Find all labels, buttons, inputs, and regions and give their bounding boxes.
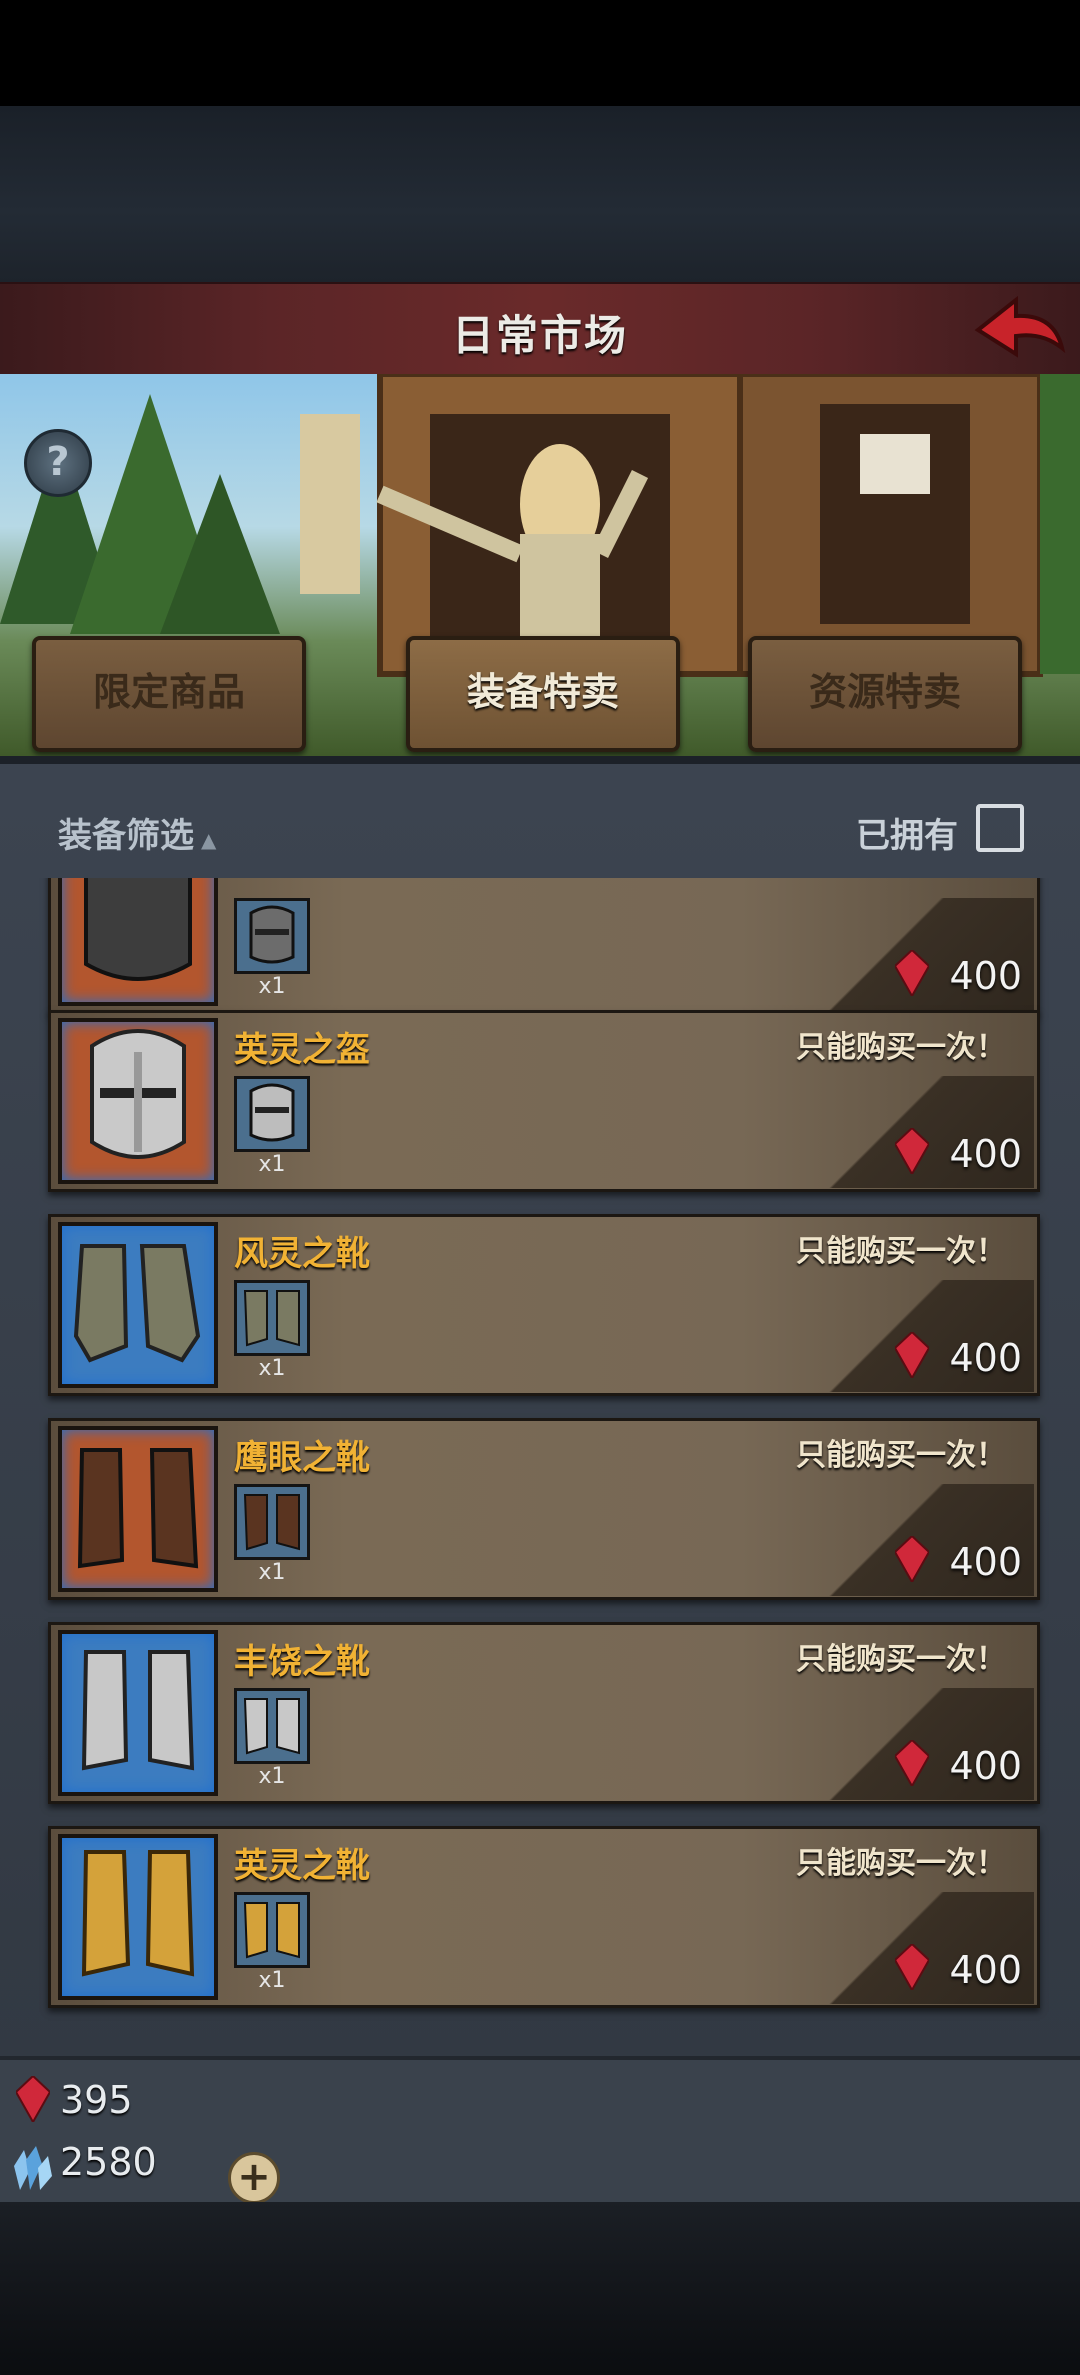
help-button[interactable]: ? [24,429,92,497]
item-name: 鹰眼之靴 [234,1438,370,1478]
item-name: 英灵之靴 [234,1846,370,1886]
list-item[interactable]: 风灵之靴 只能购买一次！ x1 400 [48,1214,1040,1396]
boots-icon [58,1834,218,2000]
ruby-icon [16,2076,50,2122]
tab-limited-items[interactable]: 限定商品 [32,636,306,752]
add-currency-button[interactable]: + [228,2152,280,2204]
helmet-icon [234,898,310,974]
helmet-icon [58,1018,218,1184]
buy-once-label: 只能购买一次！ [796,1846,1006,1881]
helmet-icon [234,1076,310,1152]
status-bar-area [0,0,1080,106]
list-item[interactable]: 英灵之盔 只能购买一次！ x1 400 [48,1010,1040,1192]
item-price[interactable]: 400 [895,1536,1022,1584]
ruby-icon [895,1536,930,1582]
item-quantity: x1 [258,1356,286,1381]
ruby-icon [895,1128,930,1174]
ruby-balance: 395 [60,2078,133,2122]
boots-icon [234,1280,310,1356]
ruby-icon [895,1944,930,1990]
item-price[interactable]: 400 [895,950,1022,998]
item-name: 丰饶之靴 [234,1642,370,1682]
buy-once-label: 只能购买一次！ [796,1030,1006,1065]
header-stone [0,106,1080,282]
boots-icon [234,1484,310,1560]
merchant-banner: ? 限定商品 装备特卖 资源特卖 [0,374,1080,756]
item-name: 风灵之靴 [234,1234,370,1274]
boots-icon [58,1222,218,1388]
buy-once-label: 只能购买一次！ [796,1438,1006,1473]
filter-label: 装备筛选 [58,816,194,856]
buy-once-label: 只能购买一次！ [796,1234,1006,1269]
caret-up-icon: ▲ [194,828,217,852]
shop-panel: 装备筛选 ▲ 已拥有 x1 400 英灵之盔 只能购买一次！ x1 400 风灵… [0,756,1080,2064]
list-item[interactable]: 鹰眼之靴 只能购买一次！ x1 400 [48,1418,1040,1600]
currency-footer: 395 2580 + [0,2056,1080,2206]
item-price[interactable]: 400 [895,1332,1022,1380]
back-arrow-icon[interactable] [972,292,1068,368]
crystal-icon [14,2146,52,2190]
boots-icon [58,1426,218,1592]
boots-icon [234,1688,310,1764]
tab-equipment-sale[interactable]: 装备特卖 [406,636,680,752]
list-item[interactable]: x1 400 [48,878,1040,1014]
item-quantity: x1 [258,1560,286,1585]
ruby-icon [895,1332,930,1378]
item-quantity: x1 [258,1764,286,1789]
buy-once-label: 只能购买一次！ [796,1642,1006,1677]
helmet-icon [58,878,218,1006]
list-item[interactable]: 英灵之靴 只能购买一次！ x1 400 [48,1826,1040,2008]
item-quantity: x1 [258,974,286,999]
item-price[interactable]: 400 [895,1128,1022,1176]
item-price[interactable]: 400 [895,1740,1022,1788]
title-bar: 日常市场 [0,282,1080,379]
tab-resource-sale[interactable]: 资源特卖 [748,636,1022,752]
item-quantity: x1 [258,1152,286,1177]
ruby-icon [895,950,930,996]
owned-label: 已拥有 [856,816,958,856]
equipment-filter-toggle[interactable]: 装备筛选 ▲ [58,808,216,857]
crystal-balance: 2580 [60,2140,157,2184]
ruby-icon [895,1740,930,1786]
list-item[interactable]: 丰饶之靴 只能购买一次！ x1 400 [48,1622,1040,1804]
item-list[interactable]: x1 400 英灵之盔 只能购买一次！ x1 400 风灵之靴 只能购买一次！ … [0,878,1080,2050]
item-quantity: x1 [258,1968,286,1993]
boots-icon [234,1892,310,1968]
item-price[interactable]: 400 [895,1944,1022,1992]
owned-checkbox[interactable] [976,804,1024,852]
item-name: 英灵之盔 [234,1030,370,1070]
page-title: 日常市场 [451,311,628,360]
boots-icon [58,1630,218,1796]
bottom-area [0,2202,1080,2375]
